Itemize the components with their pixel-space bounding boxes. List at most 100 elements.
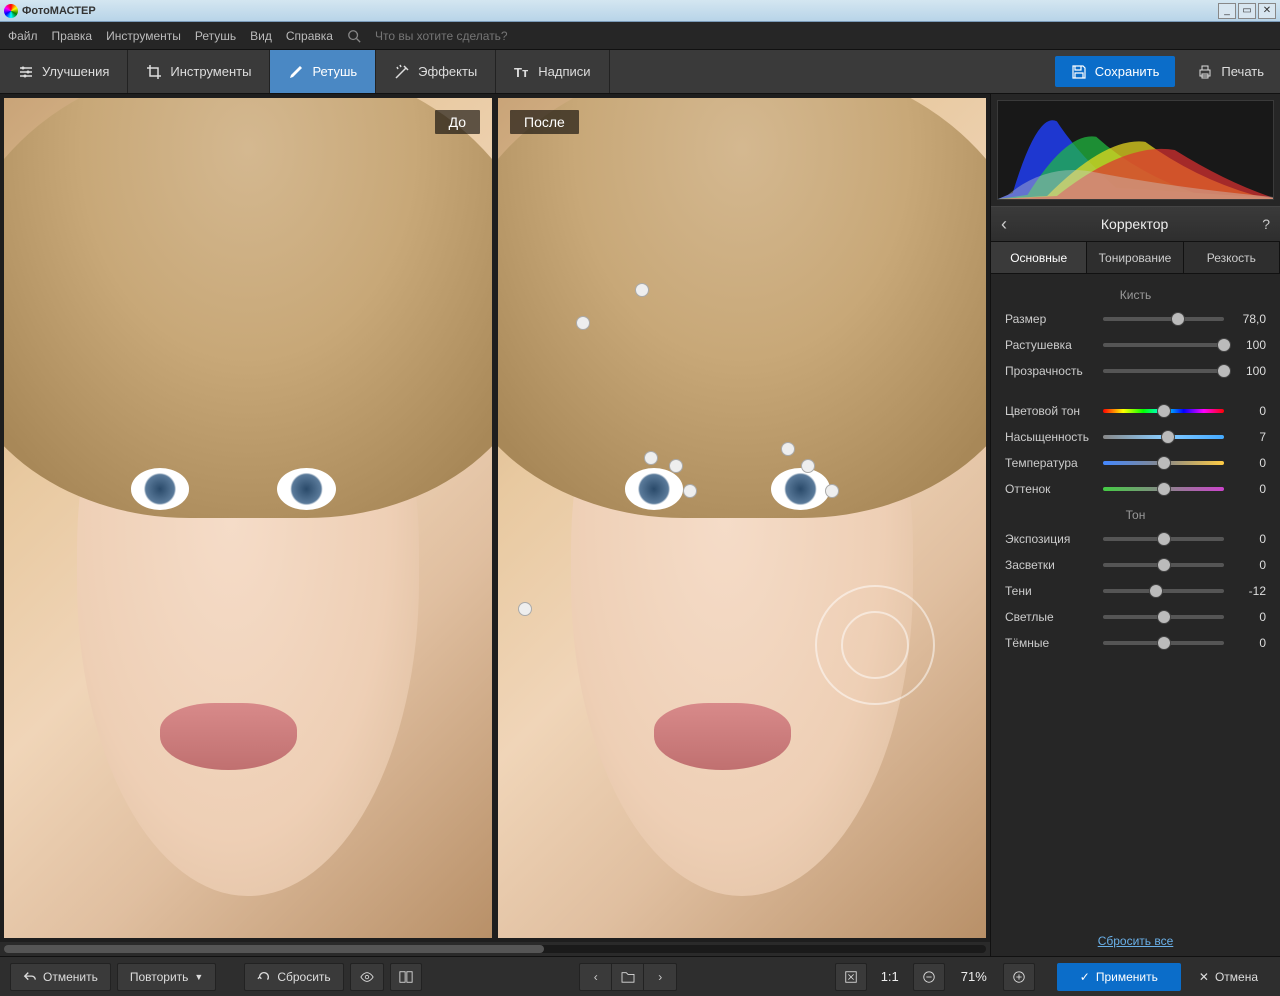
prev-image-button[interactable]: ‹ <box>580 964 612 990</box>
correction-marker[interactable] <box>669 459 683 473</box>
tab-label: Инструменты <box>170 64 251 79</box>
fit-icon <box>844 970 858 984</box>
menu-help[interactable]: Справка <box>286 29 333 43</box>
bottom-bar: Отменить Повторить ▼ Сбросить ‹ › 1:1 71… <box>0 956 1280 996</box>
group-title-tone: Тон <box>1005 508 1266 522</box>
cancel-button[interactable]: ✕ Отмена <box>1187 963 1270 991</box>
tab-tools[interactable]: Инструменты <box>128 50 270 93</box>
tab-label: Ретушь <box>312 64 357 79</box>
zoom-ratio-button[interactable]: 1:1 <box>873 969 907 984</box>
tab-retouch[interactable]: Ретушь <box>270 50 376 93</box>
before-label: До <box>435 110 480 134</box>
window-title: ФотоМАСТЕР <box>22 5 1216 17</box>
slider-track[interactable] <box>1103 589 1224 593</box>
subtab-sharpness[interactable]: Резкость <box>1184 242 1280 273</box>
brush-cursor <box>815 585 935 705</box>
window-close-button[interactable]: ✕ <box>1258 3 1276 19</box>
horizontal-scrollbar[interactable] <box>0 942 990 956</box>
correction-marker[interactable] <box>801 459 815 473</box>
tab-label: Эффекты <box>418 64 477 79</box>
subtab-basic[interactable]: Основные <box>991 242 1087 273</box>
search-icon <box>347 29 361 43</box>
file-nav-group: ‹ › <box>579 963 677 991</box>
tab-effects[interactable]: Эффекты <box>376 50 496 93</box>
window-maximize-button[interactable]: ▭ <box>1238 3 1256 19</box>
refresh-icon <box>257 970 271 984</box>
correction-marker[interactable] <box>635 283 649 297</box>
slider-temperature: Температура0 <box>1005 456 1266 470</box>
zoom-in-button[interactable] <box>1003 963 1035 991</box>
save-label: Сохранить <box>1095 64 1160 79</box>
subtab-toning[interactable]: Тонирование <box>1087 242 1183 273</box>
slider-track[interactable] <box>1103 317 1224 321</box>
reset-button[interactable]: Сбросить <box>244 963 343 991</box>
menu-retouch[interactable]: Ретушь <box>195 29 236 43</box>
menu-file[interactable]: Файл <box>8 29 38 43</box>
correction-marker[interactable] <box>518 602 532 616</box>
slider-tint: Оттенок0 <box>1005 482 1266 496</box>
slider-whites: Светлые0 <box>1005 610 1266 624</box>
slider-blacks: Тёмные0 <box>1005 636 1266 650</box>
after-label: После <box>510 110 579 134</box>
next-image-button[interactable]: › <box>644 964 676 990</box>
slider-track[interactable] <box>1103 435 1224 439</box>
window-minimize-button[interactable]: _ <box>1218 3 1236 19</box>
slider-track[interactable] <box>1103 409 1224 413</box>
histogram[interactable] <box>997 100 1274 200</box>
tab-label: Надписи <box>538 64 590 79</box>
slider-track[interactable] <box>1103 487 1224 491</box>
preview-toggle-button[interactable] <box>350 963 384 991</box>
text-icon: Tᴛ <box>514 64 530 80</box>
panel-header: ‹ Корректор ? <box>991 206 1280 242</box>
menu-edit[interactable]: Правка <box>52 29 93 43</box>
group-title-brush: Кисть <box>1005 288 1266 302</box>
panel-help-button[interactable]: ? <box>1262 216 1270 232</box>
menu-search-input[interactable] <box>375 29 555 43</box>
slider-track[interactable] <box>1103 563 1224 567</box>
slider-track[interactable] <box>1103 641 1224 645</box>
save-button[interactable]: Сохранить <box>1055 56 1176 87</box>
sliders-icon <box>18 64 34 80</box>
slider-track[interactable] <box>1103 615 1224 619</box>
close-icon: ✕ <box>1199 970 1209 984</box>
minus-icon <box>922 970 936 984</box>
zoom-value: 71% <box>951 969 997 984</box>
slider-size: Размер78,0 <box>1005 312 1266 326</box>
menu-view[interactable]: Вид <box>250 29 272 43</box>
tab-text[interactable]: Tᴛ Надписи <box>496 50 609 93</box>
main-toolbar: Улучшения Инструменты Ретушь Эффекты Tᴛ … <box>0 50 1280 94</box>
slider-track[interactable] <box>1103 343 1224 347</box>
crop-icon <box>146 64 162 80</box>
apply-button[interactable]: ✓ Применить <box>1057 963 1181 991</box>
slider-highlights: Засветки0 <box>1005 558 1266 572</box>
fit-screen-button[interactable] <box>835 963 867 991</box>
split-icon <box>399 970 413 984</box>
before-pane[interactable]: До <box>4 98 492 938</box>
slider-track[interactable] <box>1103 461 1224 465</box>
window-titlebar: ФотоМАСТЕР _ ▭ ✕ <box>0 0 1280 22</box>
print-button[interactable]: Печать <box>1181 50 1280 93</box>
slider-opacity: Прозрачность100 <box>1005 364 1266 378</box>
undo-icon <box>23 970 37 984</box>
app-logo-icon <box>4 4 18 18</box>
undo-button[interactable]: Отменить <box>10 963 111 991</box>
redo-button[interactable]: Повторить ▼ <box>117 963 217 991</box>
slider-feather: Растушевка100 <box>1005 338 1266 352</box>
chevron-down-icon: ▼ <box>194 972 203 982</box>
panel-title: Корректор <box>1007 216 1262 232</box>
after-pane[interactable]: После <box>498 98 986 938</box>
tab-enhancements[interactable]: Улучшения <box>0 50 128 93</box>
check-icon: ✓ <box>1080 970 1090 984</box>
menu-tools[interactable]: Инструменты <box>106 29 181 43</box>
plus-icon <box>1012 970 1026 984</box>
slider-track[interactable] <box>1103 369 1224 373</box>
slider-track[interactable] <box>1103 537 1224 541</box>
menu-bar: Файл Правка Инструменты Ретушь Вид Справ… <box>0 22 1280 50</box>
print-icon <box>1197 64 1213 80</box>
reset-all-link[interactable]: Сбросить все <box>1098 934 1174 948</box>
reset-all-row: Сбросить все <box>991 926 1280 956</box>
svg-text:Tᴛ: Tᴛ <box>514 65 528 80</box>
open-folder-button[interactable] <box>612 964 644 990</box>
zoom-out-button[interactable] <box>913 963 945 991</box>
compare-toggle-button[interactable] <box>390 963 422 991</box>
